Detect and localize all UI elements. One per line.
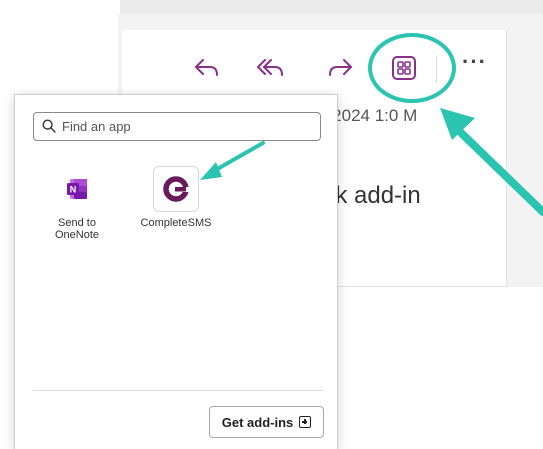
app-tile-completesms[interactable]: CompleteSMS (136, 166, 216, 229)
app-label: Send to OneNote (54, 217, 100, 241)
popup-divider (33, 390, 323, 391)
apps-popup: N Send to OneNote CompleteSMS Get add-in… (14, 94, 338, 449)
completesms-icon (153, 166, 199, 212)
highlight-circle (368, 33, 456, 103)
search-box[interactable] (33, 112, 321, 141)
get-addins-button[interactable]: Get add-ins (209, 406, 324, 438)
forward-icon[interactable] (322, 50, 358, 86)
screenshot-stage: ··· 0/2024 1:0 M ok add-in Find an app N… (0, 0, 543, 449)
window-top-strip (120, 0, 543, 14)
svg-text:N: N (70, 185, 77, 195)
search-input[interactable] (62, 119, 302, 134)
app-label: CompleteSMS (140, 217, 212, 229)
search-icon (42, 118, 58, 135)
add-box-icon (299, 416, 312, 428)
get-addins-label: Get add-ins (221, 414, 294, 430)
app-tile-send-to-onenote[interactable]: N Send to OneNote (37, 166, 117, 241)
onenote-icon: N (54, 166, 100, 212)
reply-icon[interactable] (189, 50, 225, 86)
reply-all-icon[interactable] (252, 50, 288, 86)
more-options-button[interactable]: ··· (462, 51, 487, 73)
